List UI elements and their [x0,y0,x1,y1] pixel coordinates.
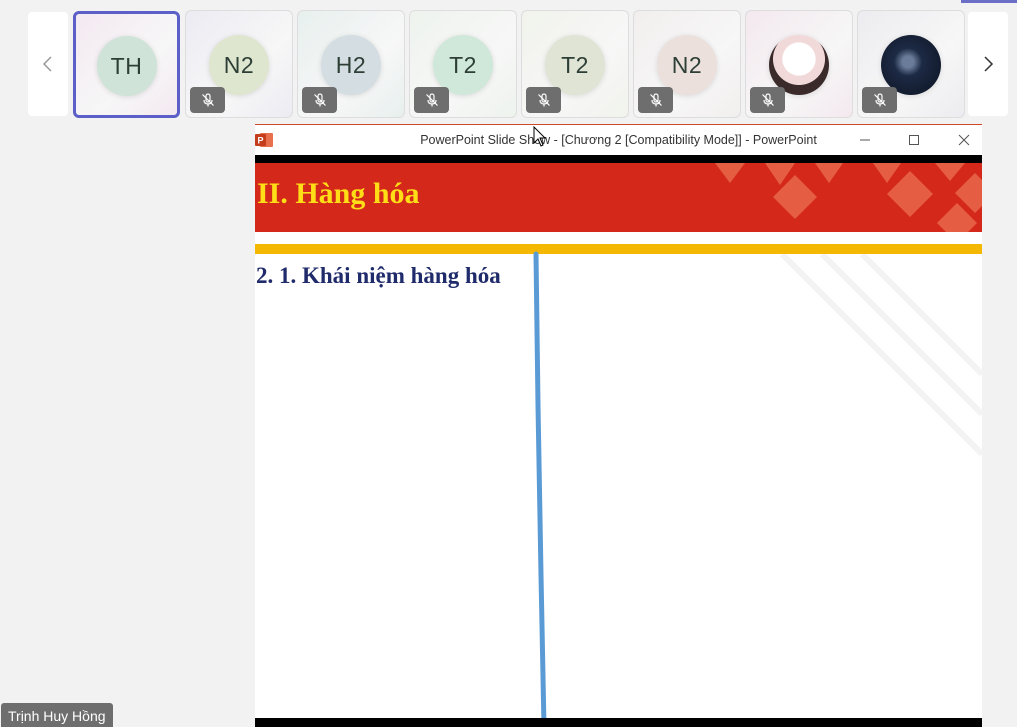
microphone-off-icon [425,93,438,107]
powerpoint-window: P PowerPoint Slide Show - [Chương 2 [Com… [255,124,982,727]
microphone-off-icon [313,93,326,107]
participant-avatar: TH [96,36,157,96]
participant-avatar: N2 [657,35,717,95]
muted-indicator [526,87,561,113]
minimize-icon [860,139,870,141]
participant-initials: TH [110,52,143,79]
participant-tile[interactable]: N2 [633,10,741,118]
previous-participants-button[interactable] [28,12,68,116]
muted-indicator [302,87,337,113]
participant-avatar [881,35,941,95]
maximize-icon [909,135,919,145]
close-icon [958,134,970,146]
participant-tile[interactable]: TH [73,11,180,118]
participant-initials: T2 [449,51,477,78]
slide-subheading: 2. 1. Khái niệm hàng hóa [256,263,501,288]
participant-initials: H2 [335,51,367,78]
slide-corner-decoration [779,254,982,457]
chevron-right-icon [984,56,994,72]
slide-title-banner: II. Hàng hóa [255,163,982,232]
microphone-off-icon [537,93,550,107]
slide-heading: II. Hàng hóa [257,177,420,210]
maximize-button[interactable] [904,130,924,150]
participant-initials: N2 [223,51,255,78]
muted-indicator [638,87,673,113]
slide-top-border [255,155,982,163]
microphone-off-icon [873,93,886,107]
participant-initials: N2 [671,51,703,78]
slide-canvas: II. Hàng hóa 2. 1. Khái niệm hàng hóa [255,155,982,727]
slide-bottom-border [255,718,982,727]
close-button[interactable] [954,130,974,150]
presenter-name-label: Trịnh Huy Hồng [1,703,113,727]
participant-avatar [769,35,829,95]
participant-tile[interactable]: N2 [185,10,293,118]
participant-tile[interactable]: T2 [521,10,629,118]
microphone-off-icon [761,93,774,107]
top-accent-bar [961,0,1017,3]
next-participants-button[interactable] [968,12,1008,116]
powerpoint-titlebar: P PowerPoint Slide Show - [Chương 2 [Com… [255,124,982,155]
participant-tile[interactable] [745,10,853,118]
diamond-pattern-decoration [715,163,982,232]
mouse-cursor-icon [533,126,547,147]
participant-avatar: H2 [321,35,381,95]
microphone-off-icon [201,93,214,107]
participant-tile[interactable]: H2 [297,10,405,118]
slide-gold-divider [255,244,982,254]
muted-indicator [862,87,897,113]
muted-indicator [414,87,449,113]
participant-tile[interactable]: T2 [409,10,517,118]
participant-tile[interactable] [857,10,965,118]
minimize-button[interactable] [855,130,875,150]
participant-avatar: N2 [209,35,269,95]
participant-initials: T2 [561,51,589,78]
chevron-left-icon [42,56,52,72]
participant-avatar: T2 [545,35,605,95]
microphone-off-icon [649,93,662,107]
muted-indicator [190,87,225,113]
participant-avatar: T2 [433,35,493,95]
muted-indicator [750,87,785,113]
